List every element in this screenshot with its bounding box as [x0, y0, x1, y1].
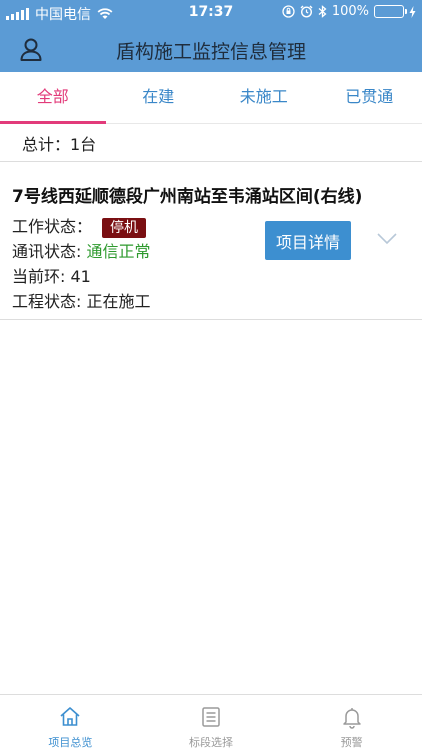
chevron-down-icon[interactable]: [376, 232, 398, 246]
nav-label: 标段选择: [189, 736, 233, 749]
status-badge: 停机: [102, 218, 147, 238]
current-ring: 当前环: 41: [12, 267, 91, 286]
work-status-label: 工作状态：: [12, 217, 93, 236]
divider: [0, 319, 422, 320]
tab-completed[interactable]: 已贯通: [317, 72, 422, 123]
rotation-lock-icon: [282, 5, 295, 18]
nav-project-overview[interactable]: 项目总览: [0, 695, 141, 750]
app-header: 盾构施工监控信息管理: [0, 26, 422, 72]
total-count: 总计：1台: [22, 135, 97, 154]
project-title: 7号线西延顺德段广州南站至韦涌站区间(右线): [12, 187, 363, 207]
nav-label: 项目总览: [48, 736, 93, 749]
tab-all[interactable]: 全部: [0, 72, 106, 124]
battery-percent: 100%: [331, 4, 369, 19]
battery-icon: [374, 5, 407, 18]
alarm-icon: [300, 5, 313, 18]
list-icon: [202, 707, 220, 727]
nav-section-select[interactable]: 标段选择: [141, 695, 282, 750]
bluetooth-icon: [318, 5, 327, 18]
comm-status-row: 通讯状态: 通信正常: [12, 238, 151, 262]
comm-status-value: 通信正常: [86, 242, 151, 261]
bell-icon: [342, 708, 361, 729]
tab-not-started[interactable]: 未施工: [211, 72, 317, 123]
project-detail-button[interactable]: 项目详情: [265, 221, 351, 260]
page-title: 盾构施工监控信息管理: [115, 41, 306, 63]
project-status: 工程状态: 正在施工: [12, 292, 151, 311]
comm-status-label: 通讯状态:: [12, 242, 87, 261]
home-icon: [60, 707, 80, 726]
filter-tabs: 全部 在建 未施工 已贯通: [0, 72, 422, 124]
bottom-nav: 项目总览 标段选择 预警: [0, 694, 422, 750]
status-bar: 中国电信 17:37 100%: [0, 0, 422, 26]
tab-under-construction[interactable]: 在建: [106, 72, 212, 123]
nav-label: 预警: [340, 736, 363, 749]
nav-warning[interactable]: 预警: [281, 695, 422, 750]
charging-icon: [409, 5, 416, 18]
work-status-row: 工作状态： 停机: [12, 213, 147, 238]
status-right: 100%: [282, 4, 416, 19]
divider: [0, 161, 422, 162]
